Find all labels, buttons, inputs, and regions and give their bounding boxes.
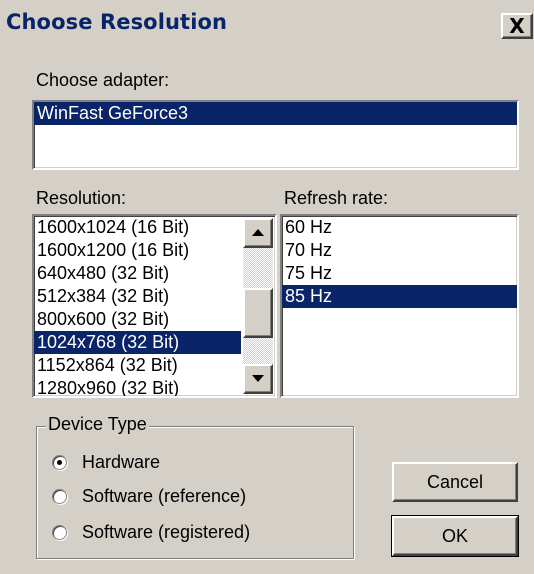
refresh-rate-item[interactable]: 70 Hz — [282, 239, 517, 262]
arrow-down-icon — [252, 375, 264, 382]
radio-software-reference-label[interactable]: Software (reference) — [82, 486, 246, 507]
radio-software-reference[interactable]: Software (reference) — [52, 486, 246, 507]
resolution-item[interactable]: 1280x960 (32 Bit) — [34, 377, 275, 396]
title-bar[interactable]: Choose Resolution X — [0, 0, 534, 44]
refresh-rate-item-selected[interactable]: 85 Hz — [282, 285, 517, 308]
radio-unchecked-icon[interactable] — [52, 489, 67, 504]
refresh-rate-item[interactable]: 75 Hz — [282, 262, 517, 285]
close-icon: X — [509, 14, 525, 38]
adapter-item[interactable]: WinFast GeForce3 — [34, 102, 517, 125]
ok-button[interactable]: OK — [391, 515, 519, 557]
resolution-item[interactable]: 640x480 (32 Bit) — [34, 262, 275, 285]
radio-software-registered[interactable]: Software (registered) — [52, 522, 250, 543]
radio-hardware-label[interactable]: Hardware — [82, 452, 160, 473]
adapter-label: Choose adapter: — [36, 70, 170, 90]
cancel-button[interactable]: Cancel — [392, 462, 518, 502]
adapter-listbox[interactable]: WinFast GeForce3 — [32, 100, 519, 170]
scroll-thumb[interactable] — [243, 288, 273, 338]
radio-checked-icon[interactable] — [52, 455, 67, 470]
scroll-up-button[interactable] — [243, 218, 273, 248]
resolution-item[interactable]: 800x600 (32 Bit) — [34, 308, 275, 331]
resolution-item-selected[interactable]: 1024x768 (32 Bit) — [34, 331, 241, 354]
resolution-scrollbar[interactable] — [243, 218, 273, 394]
resolution-item[interactable]: 1152x864 (32 Bit) — [34, 354, 275, 377]
refresh-rate-listbox[interactable]: 60 Hz 70 Hz 75 Hz 85 Hz — [280, 214, 519, 398]
window-title: Choose Resolution — [6, 10, 228, 34]
radio-software-registered-label[interactable]: Software (registered) — [82, 522, 250, 543]
close-button[interactable]: X — [501, 13, 533, 39]
arrow-up-icon — [252, 229, 264, 236]
refresh-rate-label: Refresh rate: — [284, 188, 389, 208]
resolution-label: Resolution: — [36, 188, 127, 208]
resolution-item[interactable]: 1600x1200 (16 Bit) — [34, 239, 275, 262]
radio-unchecked-icon[interactable] — [52, 525, 67, 540]
resolution-item[interactable]: 512x384 (32 Bit) — [34, 285, 275, 308]
device-type-legend: Device Type — [46, 414, 149, 435]
choose-resolution-dialog: Choose Resolution X Choose adapter: WinF… — [0, 0, 534, 574]
refresh-rate-item[interactable]: 60 Hz — [282, 216, 517, 239]
resolution-item[interactable]: 1600x1024 (16 Bit) — [34, 216, 275, 239]
scroll-down-button[interactable] — [243, 364, 273, 394]
resolution-listbox[interactable]: 1600x1024 (16 Bit) 1600x1200 (16 Bit) 64… — [32, 214, 277, 398]
radio-hardware[interactable]: Hardware — [52, 452, 160, 473]
